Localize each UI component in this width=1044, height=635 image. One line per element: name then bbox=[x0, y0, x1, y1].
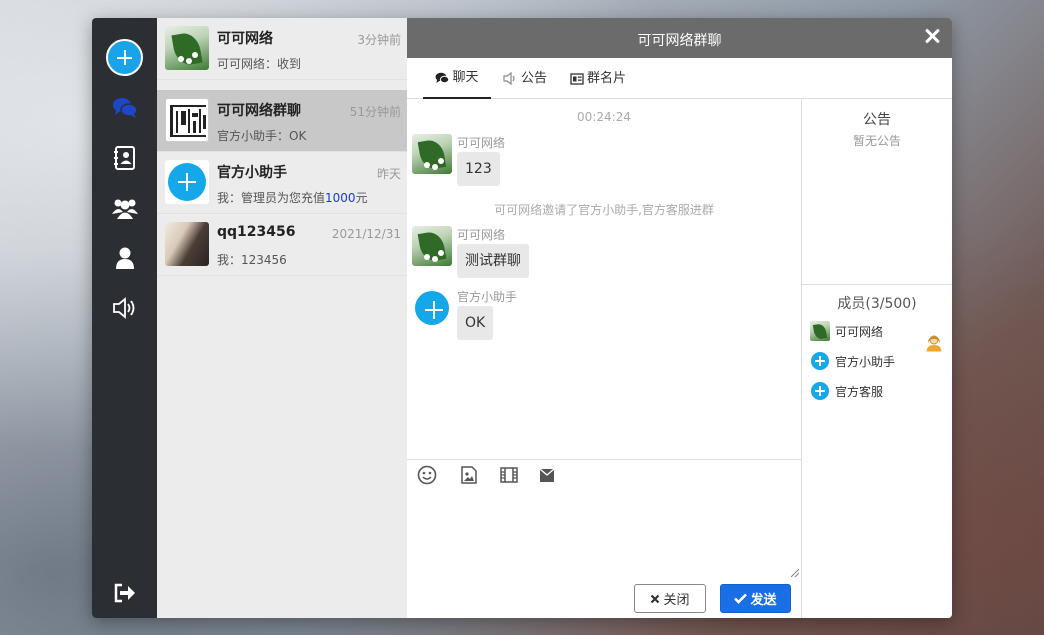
message-timestamp: 00:24:24 bbox=[577, 110, 631, 124]
conversation-preview: 可可网络：收到 bbox=[217, 57, 302, 71]
chat-title: 可可网络群聊 bbox=[637, 33, 722, 49]
chat-bubbles-icon[interactable] bbox=[110, 93, 140, 123]
tab-chat[interactable]: 聊天 bbox=[423, 58, 491, 99]
card-icon bbox=[570, 72, 584, 85]
chat-window: 可可网络 3分钟前 可可网络：收到 可可网络群聊 51分钟前 官方小助手：OK bbox=[92, 18, 952, 618]
message-sender: 可可网络 bbox=[457, 228, 506, 242]
tab-notice[interactable]: 公告 bbox=[503, 58, 547, 99]
chat-tabs: 聊天 公告 群名片 bbox=[407, 58, 952, 99]
avatar bbox=[165, 222, 209, 266]
conversation-name: 官方小助手 bbox=[217, 165, 287, 181]
member-item[interactable]: 可可网络 bbox=[810, 320, 883, 342]
user-icon[interactable] bbox=[110, 243, 140, 273]
avatar bbox=[810, 321, 830, 341]
notice-title: 公告 bbox=[863, 112, 891, 128]
conversation-preview: 我：123456 bbox=[217, 253, 287, 267]
logout-icon[interactable] bbox=[110, 578, 140, 608]
group-side-panel: 公告 暂无公告 成员(3/500) 可可网络 官方小助手 官方客服 bbox=[801, 99, 952, 618]
preview-prefix: 我：管理员为您充值 bbox=[217, 191, 326, 205]
message-sender: 官方小助手 bbox=[457, 290, 518, 304]
message-list: 00:24:24 可可网络 123 可可网络邀请了官方小助手,官方客服进群 可可… bbox=[407, 99, 801, 459]
conversation-list: 可可网络 3分钟前 可可网络：收到 可可网络群聊 51分钟前 官方小助手：OK bbox=[157, 18, 407, 618]
add-icon[interactable] bbox=[106, 39, 143, 76]
tab-group-card[interactable]: 群名片 bbox=[570, 58, 626, 99]
chat-panel: 可可网络群聊 聊天 公告 群名片 00:24:24 可可网络 123 可可网络邀… bbox=[407, 18, 952, 618]
conversation-name: 可可网络群聊 bbox=[217, 103, 301, 119]
compose-toolbar bbox=[407, 459, 801, 489]
conversation-item[interactable]: 可可网络群聊 51分钟前 官方小助手：OK bbox=[157, 90, 407, 152]
avatar bbox=[165, 160, 209, 204]
avatar bbox=[165, 26, 209, 70]
address-book-icon[interactable] bbox=[110, 143, 140, 173]
conversation-preview: 我：管理员为您充值1000元 bbox=[217, 189, 368, 206]
conversation-item[interactable]: 可可网络 3分钟前 可可网络：收到 bbox=[157, 18, 407, 80]
conversation-item[interactable]: qq123456 2021/12/31 我：123456 bbox=[157, 214, 407, 276]
avatar bbox=[412, 288, 452, 328]
close-icon[interactable] bbox=[924, 28, 940, 44]
check-icon bbox=[734, 593, 748, 604]
avatar bbox=[412, 134, 452, 174]
member-name: 可可网络 bbox=[835, 324, 884, 339]
chat-bubbles-icon bbox=[435, 72, 450, 83]
left-nav bbox=[92, 18, 157, 618]
message-bubble: OK bbox=[457, 306, 494, 340]
owner-icon bbox=[926, 335, 942, 352]
conversation-preview: 官方小助手：OK bbox=[217, 129, 307, 143]
image-icon[interactable] bbox=[459, 465, 479, 485]
close-button[interactable]: 关闭 bbox=[634, 584, 706, 613]
conversation-name: qq123456 bbox=[217, 224, 296, 240]
avatar bbox=[811, 352, 829, 370]
member-name: 官方客服 bbox=[835, 384, 884, 399]
avatar bbox=[165, 98, 209, 142]
message-input[interactable] bbox=[407, 489, 801, 579]
members-title: 成员(3/500) bbox=[837, 296, 917, 312]
send-label: 发送 bbox=[750, 593, 777, 608]
group-icon[interactable] bbox=[110, 193, 140, 223]
video-icon[interactable] bbox=[499, 465, 519, 485]
chat-header: 可可网络群聊 bbox=[407, 18, 952, 58]
speaker-icon[interactable] bbox=[110, 293, 140, 323]
conversation-time: 51分钟前 bbox=[349, 105, 401, 119]
conversation-name: 可可网络 bbox=[217, 31, 273, 47]
divider bbox=[802, 284, 952, 285]
conversation-time: 3分钟前 bbox=[357, 33, 401, 47]
close-icon bbox=[651, 594, 660, 603]
member-name: 官方小助手 bbox=[835, 354, 896, 369]
avatar bbox=[811, 382, 829, 400]
conversation-item[interactable]: 官方小助手 昨天 我：管理员为您充值1000元 bbox=[157, 152, 407, 214]
resize-grip-icon[interactable] bbox=[791, 569, 799, 577]
send-button[interactable]: 发送 bbox=[720, 584, 791, 613]
system-notice: 可可网络邀请了官方小助手,官方客服进群 bbox=[494, 203, 714, 217]
avatar bbox=[412, 226, 452, 266]
tab-label: 公告 bbox=[521, 71, 548, 86]
speaker-icon bbox=[503, 72, 515, 85]
message-bubble: 测试群聊 bbox=[457, 244, 529, 278]
member-item[interactable]: 官方小助手 bbox=[810, 350, 895, 372]
emoji-icon[interactable] bbox=[417, 465, 437, 485]
message-sender: 可可网络 bbox=[457, 136, 506, 150]
message-bubble: 123 bbox=[457, 152, 500, 186]
member-item[interactable]: 官方客服 bbox=[810, 380, 883, 402]
close-label: 关闭 bbox=[663, 593, 690, 608]
preview-amount: 1000 bbox=[325, 191, 356, 205]
tab-label: 群名片 bbox=[587, 71, 627, 86]
conversation-time: 2021/12/31 bbox=[331, 227, 401, 241]
tab-label: 聊天 bbox=[452, 70, 479, 85]
notice-content: 暂无公告 bbox=[852, 134, 901, 148]
preview-suffix: 元 bbox=[355, 191, 368, 205]
conversation-time: 昨天 bbox=[376, 167, 401, 181]
envelope-icon[interactable] bbox=[537, 465, 557, 485]
